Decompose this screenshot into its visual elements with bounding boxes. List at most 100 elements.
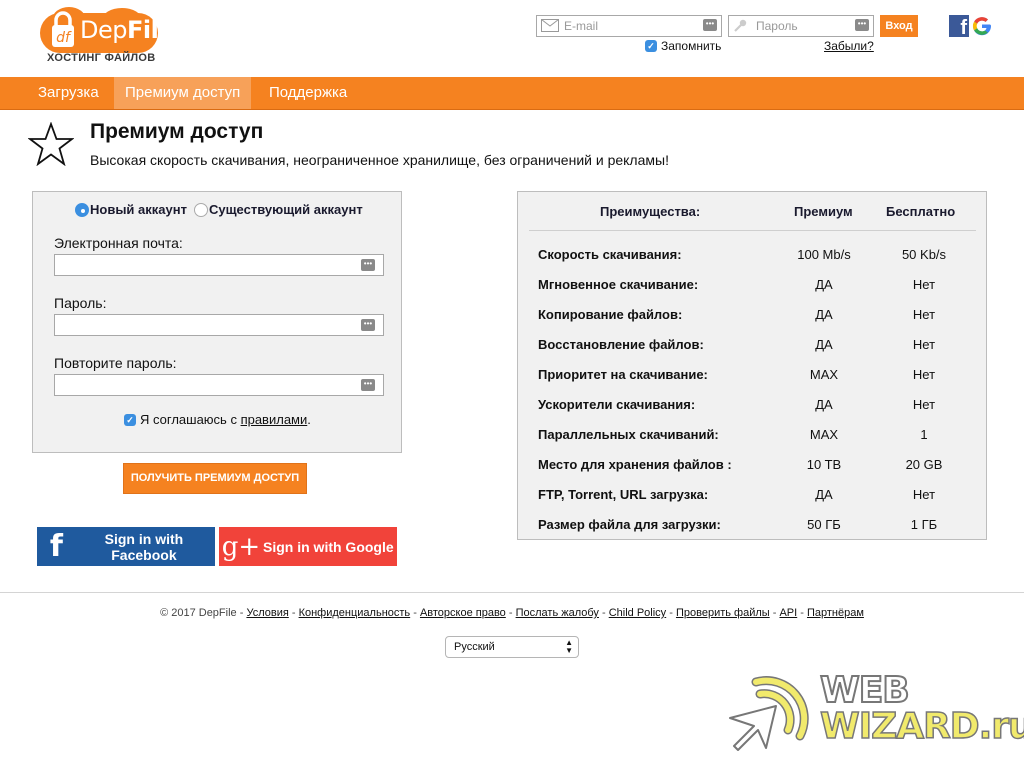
lock-icon: df xyxy=(52,11,74,47)
comparison-row: Скорость скачивания: 100 Mb/s 50 Kb/s xyxy=(518,239,986,269)
login-button[interactable]: Вход xyxy=(880,15,918,37)
radio-new-account-label[interactable]: Новый аккаунт xyxy=(90,202,187,217)
rules-link[interactable]: правилами xyxy=(241,412,308,427)
get-premium-button[interactable]: ПОЛУЧИТЬ ПРЕМИУМ ДОСТУП xyxy=(123,463,307,494)
footer-links: © 2017 DepFile - Условия - Конфиденциаль… xyxy=(0,607,1024,619)
comparison-cell-free: Нет xyxy=(912,277,936,292)
agree-checkbox[interactable]: ✓ xyxy=(124,413,136,426)
repeat-password-field[interactable]: ••• xyxy=(54,374,384,396)
password-field[interactable]: ••• xyxy=(54,314,384,336)
comparison-cell-free: Нет xyxy=(912,367,936,382)
comparison-cell-premium: 50 ГБ xyxy=(807,517,841,532)
account-type-radios: Новый аккаунт Существующий аккаунт xyxy=(75,202,363,217)
remember-me[interactable]: ✓ Запомнить xyxy=(645,39,721,53)
email-label: Электронная почта: xyxy=(54,235,183,251)
email-placeholder: E-mail xyxy=(564,19,599,33)
password-placeholder: Пароль xyxy=(756,19,798,33)
logo[interactable]: df DepFile ХОСТИНГ ФАЙЛОВ xyxy=(38,7,175,66)
remember-checkbox[interactable]: ✓ xyxy=(645,40,657,52)
comparison-cell-feature: Размер файла для загрузки: xyxy=(538,517,721,532)
language-selected: Русский xyxy=(454,641,495,653)
footer-link[interactable]: Партнёрам xyxy=(807,607,864,619)
logo-tagline: ХОСТИНГ ФАЙЛОВ xyxy=(47,52,156,64)
comparison-cell-free: Нет xyxy=(912,487,936,502)
footer-link[interactable]: Child Policy xyxy=(609,607,666,619)
email-field[interactable]: ••• xyxy=(54,254,384,276)
comparison-header: Преимущества: Премиум Бесплатно xyxy=(518,192,986,230)
facebook-icon: f xyxy=(49,529,63,564)
signup-form: Новый аккаунт Существующий аккаунт Элект… xyxy=(32,191,402,453)
comparison-cell-premium: ДА xyxy=(815,487,833,502)
agree-prefix: Я соглашаюсь с xyxy=(140,412,241,427)
footer-link[interactable]: Условия xyxy=(246,607,288,619)
comparison-cell-feature: Место для хранения файлов : xyxy=(538,457,732,472)
password-manager-icon[interactable]: ••• xyxy=(361,379,375,391)
footer-separator: - xyxy=(236,607,247,619)
radio-new-account[interactable] xyxy=(75,202,89,217)
nav-item-support[interactable]: Поддержка xyxy=(258,77,358,109)
footer-separator: - xyxy=(410,607,420,619)
social-login-icons: f xyxy=(949,15,993,37)
footer-separator: - xyxy=(598,607,609,619)
comparison-cell-feature: Приоритет на скачивание: xyxy=(538,367,708,382)
header: df DepFile ХОСТИНГ ФАЙЛОВ E-mail ••• Пар… xyxy=(0,0,1024,77)
footer-link[interactable]: Проверить файлы xyxy=(676,607,770,619)
header-features: Преимущества: xyxy=(600,204,701,219)
google-icon[interactable] xyxy=(971,15,993,37)
radio-existing-account[interactable] xyxy=(193,202,208,217)
comparison-cell-premium: MAX xyxy=(809,427,839,442)
password-manager-icon[interactable]: ••• xyxy=(361,319,375,331)
footer-link[interactable]: Конфиденциальность xyxy=(299,607,411,619)
webwizard-watermark: WEB WIZARD.ru xyxy=(726,668,1024,758)
facebook-signin-button[interactable]: f Sign in with Facebook xyxy=(37,527,215,566)
main-nav: Загрузка Премиум доступ Поддержка xyxy=(0,77,1024,110)
footer-separator: - xyxy=(288,607,299,619)
select-arrows-icon: ▲ ▼ xyxy=(565,638,573,655)
repeat-password-label: Повторите пароль: xyxy=(54,355,177,371)
comparison-row: Размер файла для загрузки: 50 ГБ 1 ГБ xyxy=(518,509,986,539)
logo-text-file: File xyxy=(126,16,175,44)
copyright: © 2017 DepFile xyxy=(160,607,237,619)
nav-item-upload[interactable]: Загрузка xyxy=(27,77,110,109)
logo-text: DepFile xyxy=(80,16,175,44)
watermark-line1: WEB xyxy=(819,669,911,712)
star-icon xyxy=(28,122,74,166)
comparison-cell-premium: ДА xyxy=(815,277,833,292)
password-manager-icon[interactable]: ••• xyxy=(855,19,869,31)
footer-link[interactable]: Авторское право xyxy=(420,607,506,619)
footer-link[interactable]: API xyxy=(779,607,797,619)
footer-divider xyxy=(0,592,1024,593)
password-manager-icon[interactable]: ••• xyxy=(703,19,717,31)
password-label: Пароль: xyxy=(54,295,107,311)
svg-text:df: df xyxy=(56,30,72,46)
footer-separator: - xyxy=(797,607,807,619)
watermark-line2: WIZARD.ru xyxy=(819,705,1024,748)
comparison-cell-premium: 100 Mb/s xyxy=(797,247,851,262)
comparison-row: Ускорители скачивания: ДА Нет xyxy=(518,389,986,419)
header-email-input[interactable]: E-mail ••• xyxy=(536,15,722,37)
nav-item-premium[interactable]: Премиум доступ xyxy=(114,77,252,109)
comparison-row: FTP, Torrent, URL загрузка: ДА Нет xyxy=(518,479,986,509)
agree-text: Я соглашаюсь с правилами. xyxy=(140,412,311,427)
comparison-cell-free: Нет xyxy=(912,307,936,322)
footer-link[interactable]: Послать жалобу xyxy=(516,607,599,619)
page-subtitle: Высокая скорость скачивания, неограничен… xyxy=(90,152,669,168)
radio-existing-account-label[interactable]: Существующий аккаунт xyxy=(209,202,363,217)
page-title: Премиум доступ xyxy=(90,120,264,143)
comparison-cell-free: 50 Kb/s xyxy=(901,247,947,262)
forgot-password-link[interactable]: Забыли? xyxy=(824,39,874,53)
agree-terms: ✓ Я соглашаюсь с правилами. xyxy=(124,412,311,427)
comparison-cell-premium: 10 TB xyxy=(806,457,842,472)
comparison-cell-free: 1 xyxy=(920,427,928,442)
comparison-row: Восстановление файлов: ДА Нет xyxy=(518,329,986,359)
google-signin-button[interactable]: g+ Sign in with Google xyxy=(219,527,397,566)
header-premium: Премиум xyxy=(794,204,853,219)
remember-label: Запомнить xyxy=(661,39,722,53)
google-plus-icon: g+ xyxy=(221,531,261,562)
facebook-icon[interactable]: f xyxy=(949,15,969,37)
language-select[interactable]: Русский ▲ ▼ xyxy=(445,636,579,658)
password-manager-icon[interactable]: ••• xyxy=(361,259,375,271)
logo-text-dep: Dep xyxy=(80,16,127,44)
comparison-cell-feature: Копирование файлов: xyxy=(538,307,683,322)
header-password-input[interactable]: Пароль ••• xyxy=(728,15,874,37)
